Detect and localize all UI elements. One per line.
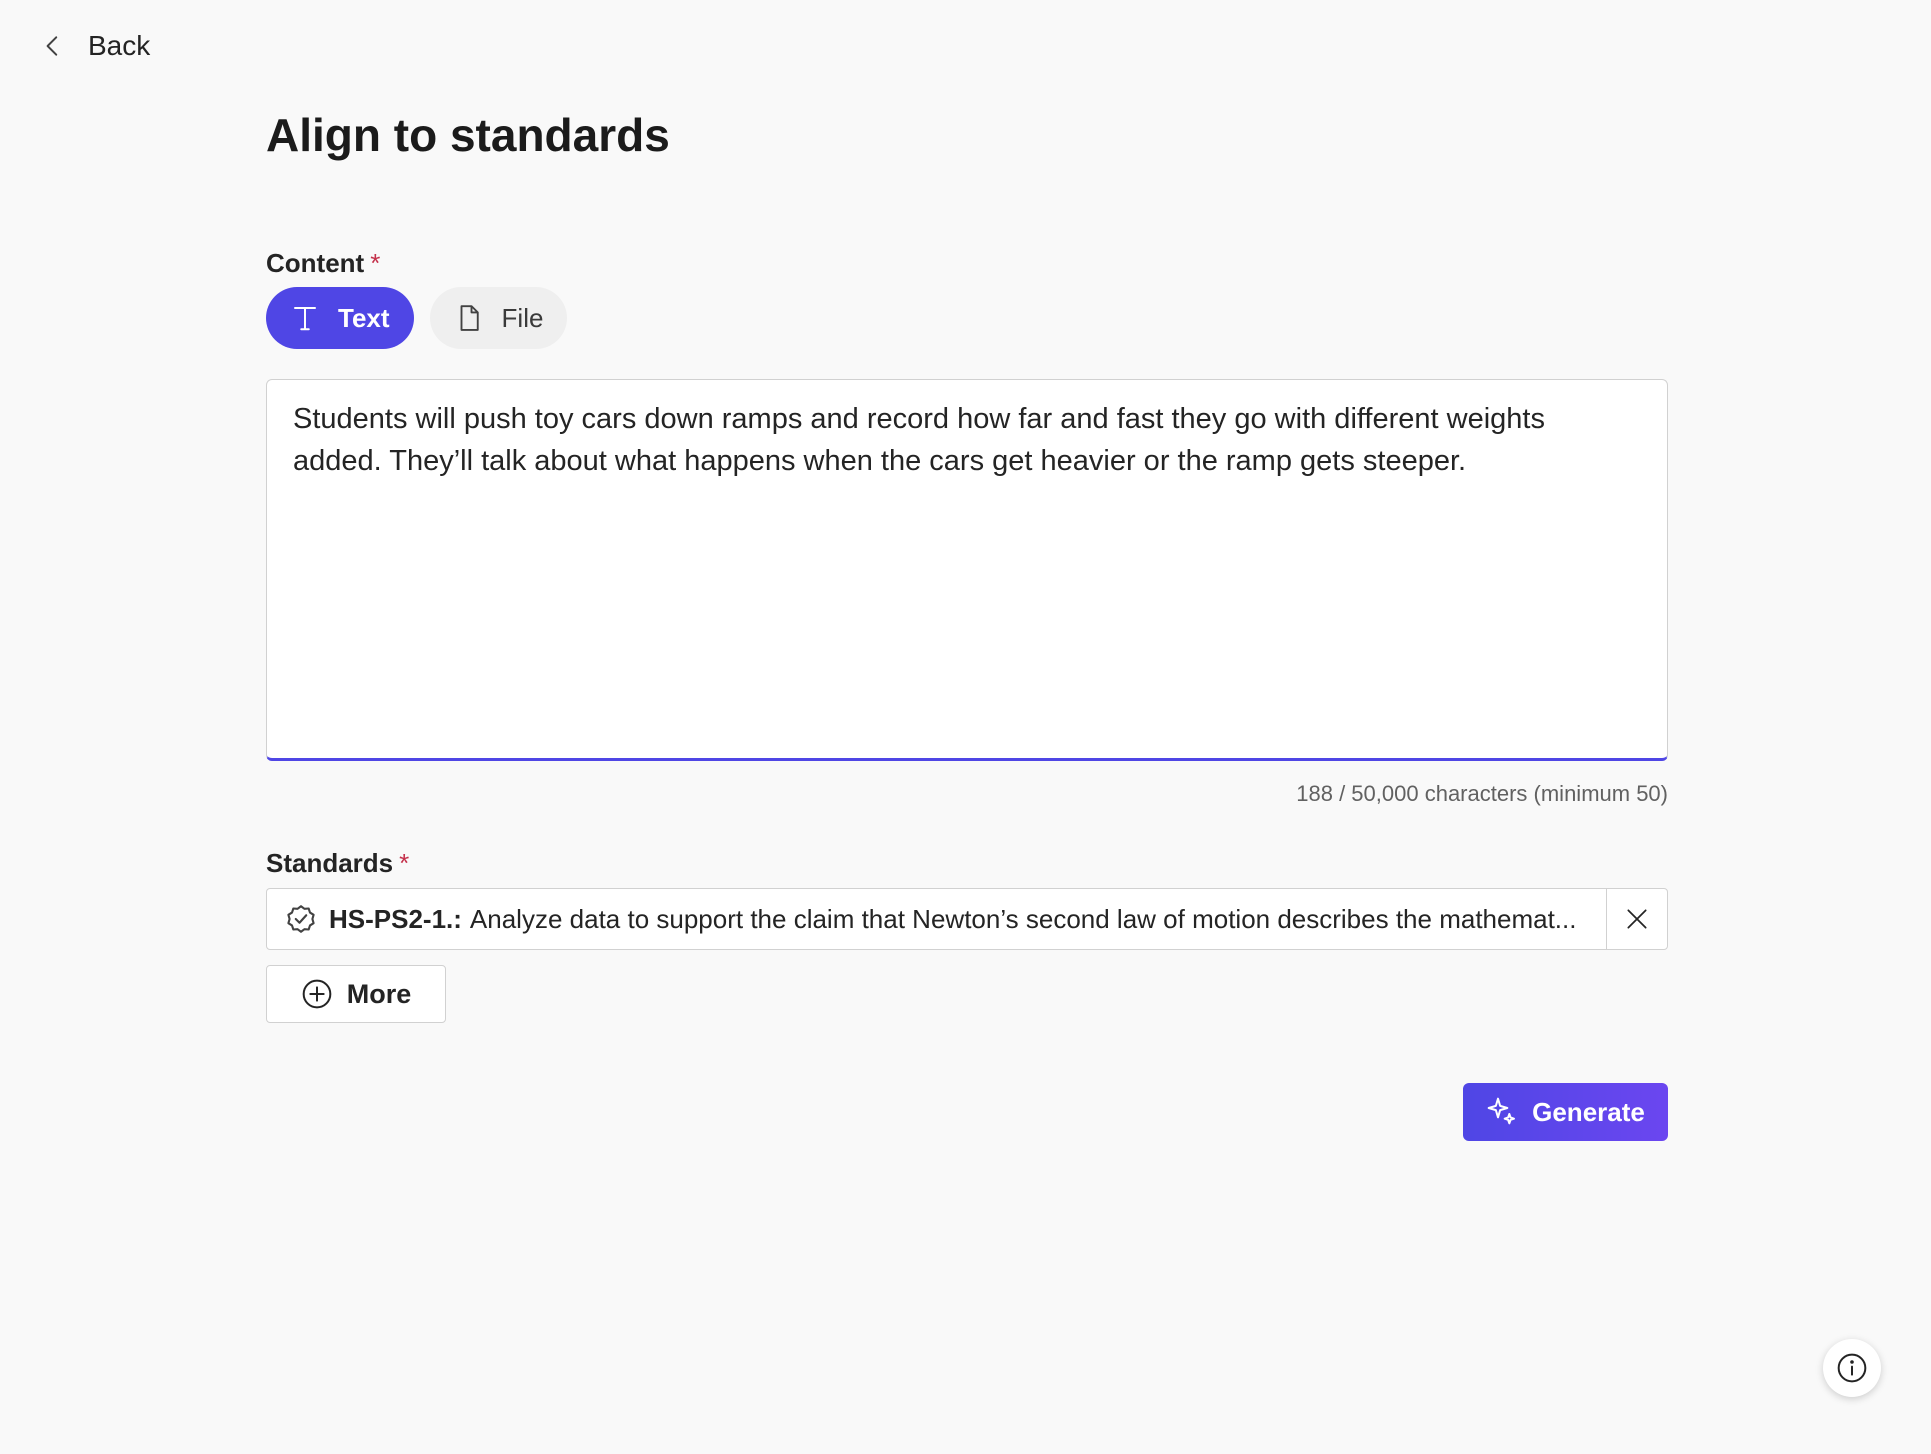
- content-text-field[interactable]: Students will push toy cars down ramps a…: [266, 379, 1668, 761]
- standard-code: HS-PS2-1.:: [329, 903, 462, 934]
- standard-text: HS-PS2-1.: Analyze data to support the cl…: [329, 904, 1606, 935]
- add-more-standards-button[interactable]: More: [266, 965, 446, 1023]
- chevron-left-icon: [46, 36, 58, 56]
- text-icon: [294, 307, 316, 331]
- content-label: Content *: [266, 248, 380, 279]
- sparkle-icon: [1487, 1097, 1516, 1125]
- character-counter: 188 / 50,000 characters (minimum 50): [1296, 781, 1668, 806]
- page: Back Align to standards Content * Text Fi…: [0, 0, 1931, 1454]
- info-icon: [1837, 1353, 1867, 1383]
- standards-label-text: Standards: [266, 848, 394, 878]
- generate-label: Generate: [1532, 1096, 1645, 1127]
- tab-file-label: File: [501, 302, 544, 333]
- badge-check-icon: [287, 905, 315, 933]
- info-button[interactable]: [1823, 1339, 1881, 1397]
- add-circle-icon: [302, 979, 332, 1009]
- content-type-toggle: Text File: [266, 287, 568, 349]
- page-title: Align to standards: [266, 109, 670, 161]
- back-button[interactable]: Back: [40, 30, 150, 62]
- required-marker: *: [370, 248, 381, 278]
- tab-file[interactable]: File: [429, 287, 568, 349]
- standards-label: Standards *: [266, 848, 409, 879]
- tab-text-label: Text: [338, 302, 390, 333]
- file-icon: [460, 305, 479, 331]
- required-marker: *: [399, 848, 410, 878]
- back-label: Back: [88, 30, 151, 61]
- close-icon: [1627, 909, 1647, 929]
- more-label: More: [346, 978, 412, 1009]
- remove-standard-button[interactable]: [1606, 889, 1667, 949]
- content-label-text: Content: [266, 248, 365, 278]
- standard-item: HS-PS2-1.: Analyze data to support the cl…: [266, 888, 1668, 950]
- tab-text[interactable]: Text: [266, 287, 414, 349]
- generate-button[interactable]: Generate: [1463, 1083, 1668, 1141]
- standard-description: Analyze data to support the claim that N…: [469, 903, 1577, 934]
